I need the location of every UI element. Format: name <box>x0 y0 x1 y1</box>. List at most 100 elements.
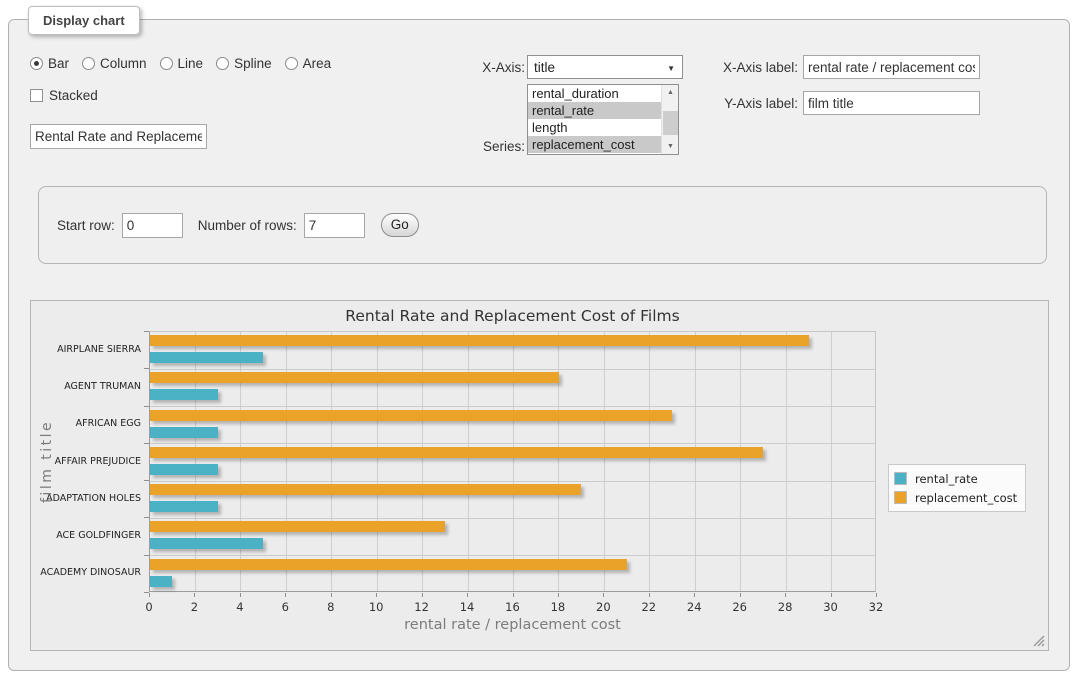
x-tick-label: 8 <box>314 600 348 614</box>
x-tick-label: 16 <box>496 600 530 614</box>
x-tick-label: 26 <box>723 600 757 614</box>
chart-type-radio-label: Spline <box>234 56 272 71</box>
plot-area <box>149 331 876 592</box>
x-tick-mark <box>467 593 468 597</box>
chart-type-radio-line[interactable]: Line <box>160 56 204 71</box>
gridline <box>422 332 423 591</box>
chart-title: Rental Rate and Replacement Cost of Film… <box>31 307 994 325</box>
gridline <box>240 332 241 591</box>
x-tick-label: 24 <box>677 600 711 614</box>
bar-rental_rate <box>150 576 172 587</box>
listbox-scrollbar[interactable]: ▲ ▼ <box>661 85 678 154</box>
chevron-down-icon: ▼ <box>667 64 675 73</box>
bar-replacement_cost <box>150 484 581 495</box>
x-tick-mark <box>285 593 286 597</box>
chart-type-radio-spline[interactable]: Spline <box>216 56 272 71</box>
radio-icon[interactable] <box>30 57 43 70</box>
radio-icon[interactable] <box>82 57 95 70</box>
series-listbox[interactable]: rental_durationrental_ratelengthreplacem… <box>527 84 679 155</box>
x-tick-label: 12 <box>405 600 439 614</box>
series-option-rental_rate[interactable]: rental_rate <box>528 102 678 119</box>
y-axis-title: film title <box>37 331 57 592</box>
legend-label: replacement_cost <box>915 491 1017 505</box>
gridline <box>150 369 875 370</box>
x-tick-mark <box>740 593 741 597</box>
chart-type-radio-bar[interactable]: Bar <box>30 56 69 71</box>
stacked-label: Stacked <box>49 88 98 103</box>
x-tick-label: 6 <box>268 600 302 614</box>
series-options: rental_durationrental_ratelengthreplacem… <box>528 85 678 153</box>
rows-panel: Start row: Number of rows: Go <box>38 186 1047 264</box>
gridline <box>831 332 832 591</box>
x-tick-mark <box>376 593 377 597</box>
bar-rental_rate <box>150 427 218 438</box>
gridline <box>331 332 332 591</box>
x-tick-mark <box>240 593 241 597</box>
x-tick-label: 4 <box>223 600 257 614</box>
series-option-rental_duration[interactable]: rental_duration <box>528 85 678 102</box>
series-option-length[interactable]: length <box>528 119 678 136</box>
gridline <box>604 332 605 591</box>
number-of-rows-label: Number of rows: <box>198 218 297 233</box>
x-tick-mark <box>422 593 423 597</box>
y-tick-mark <box>144 331 149 332</box>
radio-icon[interactable] <box>216 57 229 70</box>
x-tick-label: 18 <box>541 600 575 614</box>
x-axis-select[interactable]: title ▼ <box>527 55 683 79</box>
x-tick-label: 14 <box>450 600 484 614</box>
bar-replacement_cost <box>150 335 809 346</box>
gridline <box>150 406 875 407</box>
stacked-checkbox-row[interactable]: Stacked <box>30 88 98 103</box>
bar-replacement_cost <box>150 372 559 383</box>
scrollbar-thumb[interactable] <box>663 111 678 135</box>
legend-item-replacement_cost: replacement_cost <box>894 488 1017 507</box>
x-tick-label: 28 <box>768 600 802 614</box>
y-axis-label-input[interactable] <box>803 91 980 115</box>
x-tick-mark <box>785 593 786 597</box>
x-tick-label: 20 <box>586 600 620 614</box>
bar-replacement_cost <box>150 410 672 421</box>
chart-type-radio-area[interactable]: Area <box>285 56 332 71</box>
series-listbox-label: Series: <box>455 139 525 154</box>
gridline <box>150 481 875 482</box>
chart-type-radio-column[interactable]: Column <box>82 56 147 71</box>
x-tick-mark <box>876 593 877 597</box>
chart-legend: rental_ratereplacement_cost <box>888 464 1026 512</box>
scroll-down-icon[interactable]: ▼ <box>662 139 679 154</box>
y-tick-mark <box>144 555 149 556</box>
x-tick-label: 30 <box>814 600 848 614</box>
number-of-rows-input[interactable] <box>304 213 365 238</box>
gridline <box>695 332 696 591</box>
bar-rental_rate <box>150 501 218 512</box>
radio-icon[interactable] <box>285 57 298 70</box>
go-button[interactable]: Go <box>381 213 419 237</box>
x-tick-label: 22 <box>632 600 666 614</box>
bar-replacement_cost <box>150 521 445 532</box>
start-row-input[interactable] <box>122 213 183 238</box>
bar-rental_rate <box>150 389 218 400</box>
y-tick-mark <box>144 592 149 593</box>
chart-type-radio-label: Bar <box>48 56 69 71</box>
page: Display chart BarColumnLineSplineArea St… <box>0 0 1081 681</box>
legend-swatch <box>894 491 907 504</box>
gridline <box>558 332 559 591</box>
series-option-replacement_cost[interactable]: replacement_cost <box>528 136 678 153</box>
radio-icon[interactable] <box>160 57 173 70</box>
resize-handle[interactable] <box>1033 635 1045 647</box>
x-axis-select-label: X-Axis: <box>455 60 525 75</box>
x-tick-mark <box>603 593 604 597</box>
scroll-up-icon[interactable]: ▲ <box>662 85 679 100</box>
chart-title-input[interactable] <box>30 124 207 149</box>
x-tick-mark <box>649 593 650 597</box>
y-tick-mark <box>144 406 149 407</box>
x-tick-mark <box>194 593 195 597</box>
x-axis-label-field-label: X-Axis label: <box>716 60 798 75</box>
gridline <box>150 555 875 556</box>
x-tick-mark <box>331 593 332 597</box>
gridline <box>468 332 469 591</box>
gridline <box>377 332 378 591</box>
x-tick-mark <box>558 593 559 597</box>
x-axis-label-input[interactable] <box>803 55 980 79</box>
stacked-checkbox[interactable] <box>30 89 43 102</box>
y-tick-mark <box>144 517 149 518</box>
